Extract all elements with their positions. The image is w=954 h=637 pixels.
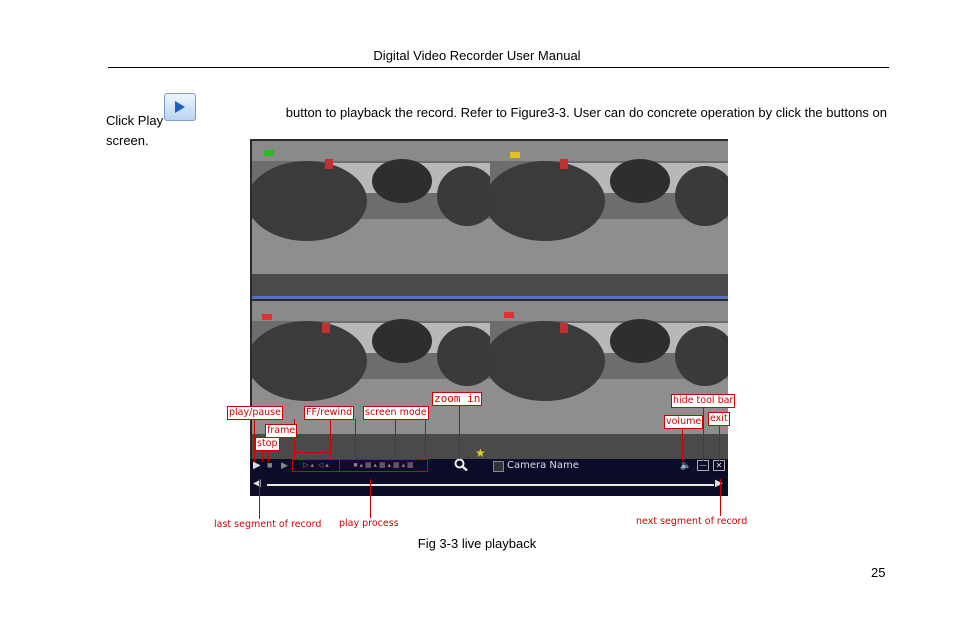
callout-hide-tool-bar: hide tool bar (671, 394, 736, 408)
header-rule (108, 67, 889, 68)
camera-pane-2[interactable] (490, 141, 728, 299)
hide-toolbar-button[interactable]: — (697, 460, 709, 471)
camera-pane-1[interactable] (252, 141, 490, 299)
paragraph-text-start: Click Play (106, 93, 197, 131)
callout-line-last-segment (259, 479, 260, 519)
exit-button[interactable]: ✕ (713, 460, 725, 471)
callout-play-pause: play/pause (227, 406, 283, 420)
callout-screen-mode: screen mode (363, 406, 429, 420)
callout-line-screen-b (395, 419, 396, 459)
callout-line-play-process (370, 479, 371, 519)
callout-line-screen-a (355, 419, 356, 459)
callout-frame: frame (265, 424, 298, 438)
frame-button[interactable]: ▶ (281, 460, 288, 471)
screen-mode-group[interactable]: ■ ▴ ▦ ▴ ▦ ▴ ▦ ▴ ▦ (339, 459, 428, 472)
callout-volume: volume (664, 415, 704, 429)
motion-marker-icon: ★ (475, 446, 486, 460)
play-button-icon (164, 93, 197, 121)
figure-caption: Fig 3-3 live playback (417, 536, 537, 551)
camera-name-label: Camera Name (507, 460, 579, 471)
callout-zoom-in: zoom in (432, 392, 483, 406)
next-segment-button[interactable]: ▶ (715, 478, 723, 489)
callout-next-segment: next segment of record (635, 516, 749, 528)
play-process-bar[interactable] (267, 484, 714, 486)
callout-play-process: play process (338, 518, 400, 530)
zoom-in-button[interactable] (454, 458, 468, 474)
play-process-row: ◀ ▶ (250, 475, 728, 495)
callout-last-segment: last segment of record (213, 519, 323, 531)
ff-rewind-group[interactable]: ▷ ▴ ◁ ▴ (292, 459, 340, 472)
callout-line-next-segment (720, 479, 721, 517)
callout-line-screen-c (425, 419, 426, 459)
callout-line-stop (262, 450, 263, 462)
callout-stop: stop (255, 437, 280, 451)
callout-ff-rewind: FF/rewind (304, 406, 355, 420)
playback-toolbar: ▶ ■ ▶ ▷ ▴ ◁ ▴ ■ ▴ ▦ ▴ ▦ ▴ ▦ ▴ ▦ Camera N… (250, 458, 728, 496)
callout-line-exit (719, 425, 720, 461)
callout-exit: exit (708, 412, 730, 426)
callout-line-volume (682, 428, 683, 461)
page-header-title: Digital Video Recorder User Manual (373, 48, 581, 63)
page-number: 25 (871, 565, 886, 580)
callout-line-ff-join (294, 452, 331, 453)
toolbar-controls-row: ▶ ■ ▶ ▷ ▴ ◁ ▴ ■ ▴ ▦ ▴ ▦ ▴ ▦ ▴ ▦ Camera N… (250, 458, 728, 474)
camera-pane-4[interactable] (490, 301, 728, 459)
callout-line-zoom (459, 406, 460, 459)
callout-line-rewind (330, 419, 331, 459)
paragraph-line-1: Click Play button to playback the record… (106, 93, 887, 131)
camera-name-checkbox[interactable] (493, 461, 504, 472)
magnifier-icon (454, 458, 468, 472)
paragraph-text-rest: button to playback the record. Refer to … (285, 105, 887, 120)
volume-button[interactable]: 🔈 (680, 460, 691, 471)
playback-screenshot-figure: ▶ ■ ▶ ▷ ▴ ◁ ▴ ■ ▴ ▦ ▴ ▦ ▴ ▦ ▴ ▦ Camera N… (250, 139, 728, 496)
